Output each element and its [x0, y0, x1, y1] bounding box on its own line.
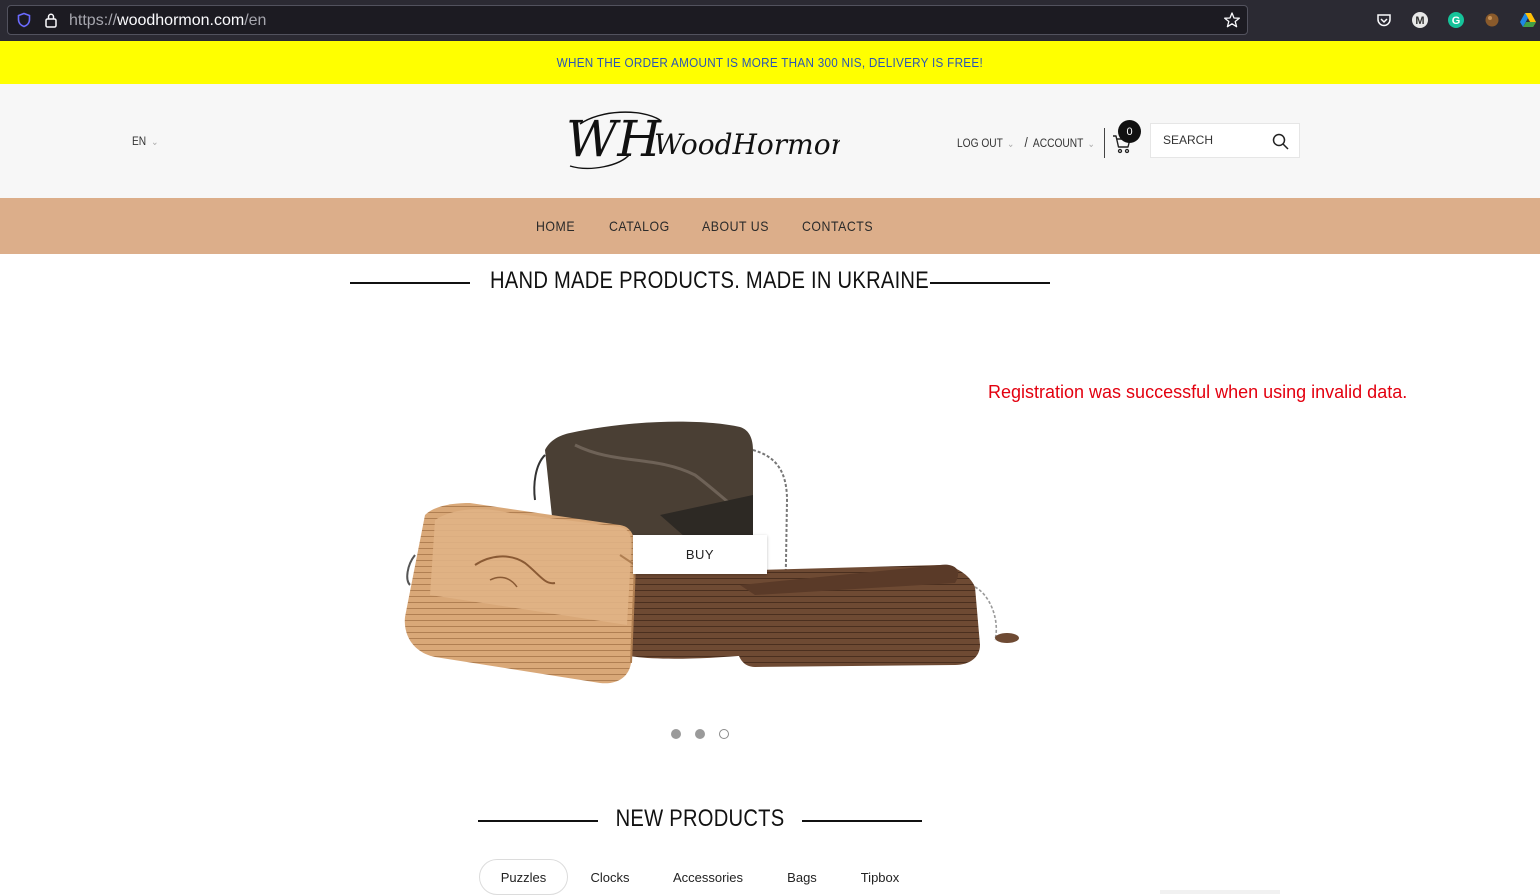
new-products-heading: NEW PRODUCTS: [615, 805, 785, 832]
main-nav: HOME CATALOG ABOUT US CONTACTS: [0, 198, 1540, 254]
buy-button[interactable]: BUY: [633, 535, 767, 574]
language-selector[interactable]: EN ⌄: [132, 134, 158, 148]
registration-note: Registration was successful when using i…: [988, 382, 1408, 402]
lock-icon[interactable]: [44, 12, 58, 28]
nav-item-about-us[interactable]: ABOUT US: [702, 218, 769, 234]
url-host: woodhormon.com: [117, 12, 245, 29]
url-path: /en: [244, 12, 267, 29]
heading-rule-left: [350, 282, 470, 284]
chevron-down-icon: ⌄: [1007, 139, 1015, 150]
account-separator: /: [1024, 134, 1028, 150]
announcement-bar: WHEN THE ORDER AMOUNT IS MORE THAN 300 N…: [0, 41, 1540, 84]
hero-heading: HAND MADE PRODUCTS. MADE IN UKRAINE: [490, 267, 929, 294]
product-card-edge: [1160, 890, 1280, 894]
woodhormon-logo[interactable]: WH WoodHormon: [560, 106, 840, 176]
search-icon[interactable]: [1272, 133, 1289, 150]
tab-tipbox[interactable]: Tipbox: [850, 859, 910, 895]
account-link[interactable]: ACCOUNT: [1033, 136, 1083, 150]
tracking-shield-icon[interactable]: [16, 12, 32, 28]
logo-text: WoodHormon: [654, 128, 840, 161]
logo-monogram: WH: [566, 110, 662, 168]
tab-bags[interactable]: Bags: [774, 859, 830, 895]
nav-item-contacts[interactable]: CONTACTS: [802, 218, 873, 234]
search-input[interactable]: [1161, 132, 1275, 148]
header-divider: [1104, 128, 1105, 158]
pocket-icon[interactable]: [1375, 11, 1393, 29]
tab-accessories[interactable]: Accessories: [662, 859, 754, 895]
google-drive-icon[interactable]: [1519, 11, 1537, 29]
heading-rule-right: [930, 282, 1050, 284]
account-links: LOG OUT ⌄ / ACCOUNT ⌄: [957, 134, 1100, 150]
tab-puzzles[interactable]: Puzzles: [479, 859, 568, 895]
extension-icon[interactable]: [1483, 11, 1501, 29]
search-box: [1150, 123, 1300, 158]
grammarly-icon[interactable]: G: [1447, 11, 1465, 29]
logout-link[interactable]: LOG OUT: [957, 136, 1003, 150]
bookmark-star-icon[interactable]: [1223, 11, 1241, 29]
announcement-text: WHEN THE ORDER AMOUNT IS MORE THAN 300 N…: [556, 55, 984, 70]
slider-dot-3[interactable]: [719, 729, 729, 739]
nav-item-catalog[interactable]: CATALOG: [609, 218, 670, 234]
url-text[interactable]: https://woodhormon.com/en: [69, 12, 266, 30]
slider-dot-1[interactable]: [671, 729, 681, 739]
chevron-down-icon: ⌄: [151, 137, 159, 148]
url-scheme: https://: [69, 12, 118, 29]
language-label: EN: [132, 134, 147, 148]
address-bar[interactable]: https://woodhormon.com/en: [7, 5, 1248, 35]
browser-toolbar: https://woodhormon.com/en M G: [0, 0, 1540, 41]
site-header: EN ⌄ WH WoodHormon LOG OUT ⌄ / ACCOUNT ⌄ 0: [0, 84, 1540, 198]
tab-clocks[interactable]: Clocks: [578, 859, 642, 895]
m-extension-icon[interactable]: M: [1411, 11, 1429, 29]
svg-text:G: G: [1452, 15, 1461, 27]
cart-count-badge[interactable]: 0: [1118, 120, 1141, 143]
heading-rule-right: [802, 820, 922, 822]
nav-item-home[interactable]: HOME: [536, 218, 575, 234]
svg-text:M: M: [1415, 15, 1424, 27]
chevron-down-icon: ⌄: [1087, 139, 1095, 150]
slider-dot-2[interactable]: [695, 729, 705, 739]
